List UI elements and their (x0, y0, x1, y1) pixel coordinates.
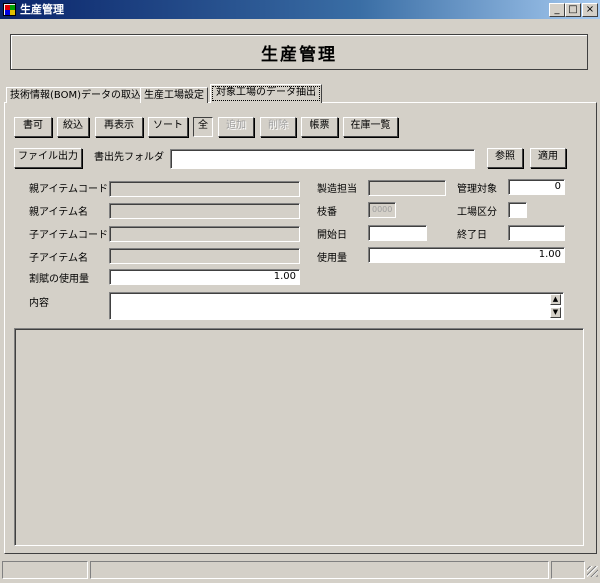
apply-button[interactable]: 適用 (530, 148, 566, 168)
minimize-button[interactable]: _ (549, 3, 565, 17)
refresh-button[interactable]: 再表示 (95, 117, 143, 137)
add-button[interactable]: 追加 (218, 117, 254, 137)
write-button[interactable]: 書可 (14, 117, 52, 137)
start-date-label: 開始日 (317, 230, 347, 241)
status-cell-1 (2, 561, 88, 579)
data-grid[interactable] (14, 328, 584, 546)
tab-factory-settings[interactable]: 生産工場設定 (140, 87, 208, 103)
parent-item-code-field[interactable] (109, 181, 300, 197)
child-item-code-field[interactable] (109, 226, 300, 242)
page-title: 生産管理 (261, 44, 337, 65)
output-folder-label: 書出先フォルダ (94, 152, 164, 163)
app-icon (3, 3, 16, 16)
all-toggle-button[interactable]: 全 (193, 117, 213, 137)
window-title: 生産管理 (20, 3, 64, 16)
file-output-button[interactable]: ファイル出力 (14, 148, 82, 168)
parent-item-name-label: 親アイテム名 (29, 207, 88, 218)
tab-bom-import[interactable]: 技術情報(BOM)データの取込 (6, 87, 145, 103)
inventory-list-button[interactable]: 在庫一覧 (343, 117, 398, 137)
content-textarea[interactable] (109, 292, 564, 320)
status-cell-2 (90, 561, 549, 579)
scroll-down-icon[interactable]: ▼ (550, 307, 561, 318)
maker-field[interactable] (368, 180, 446, 196)
factory-class-input[interactable] (508, 202, 527, 218)
tab-data-extract[interactable]: 対象工場のデータ抽出 (210, 84, 322, 103)
end-date-label: 終了日 (457, 230, 487, 241)
child-item-name-field[interactable] (109, 248, 300, 264)
maker-label: 製造担当 (317, 184, 357, 195)
sort-button[interactable]: ソート (148, 117, 188, 137)
child-item-code-label: 子アイテムコード (29, 230, 108, 241)
report-button[interactable]: 帳票 (301, 117, 338, 137)
branch-number-field[interactable]: 0000 (368, 202, 396, 218)
browse-button[interactable]: 参照 (487, 148, 523, 168)
maximize-button[interactable]: □ (565, 3, 581, 17)
title-bar (0, 0, 600, 19)
close-button[interactable]: × (582, 3, 598, 17)
header-panel: 生産管理 (10, 34, 588, 70)
allocated-usage-label: 割賦の使用量 (29, 274, 89, 285)
parent-item-name-field[interactable] (109, 203, 300, 219)
status-cell-3 (551, 561, 585, 579)
child-item-name-label: 子アイテム名 (29, 253, 88, 264)
delete-button[interactable]: 削除 (260, 117, 296, 137)
output-folder-input[interactable] (170, 149, 475, 169)
usage-input[interactable]: 1.00 (368, 247, 565, 263)
allocated-usage-input[interactable]: 1.00 (109, 269, 300, 285)
factory-class-label: 工場区分 (457, 207, 497, 218)
start-date-input[interactable] (368, 225, 427, 241)
branch-number-label: 枝番 (317, 207, 337, 218)
scroll-up-icon[interactable]: ▲ (550, 294, 561, 305)
parent-item-code-label: 親アイテムコード (29, 184, 108, 195)
content-label: 内容 (29, 298, 49, 309)
filter-button[interactable]: 絞込 (57, 117, 89, 137)
end-date-input[interactable] (508, 225, 565, 241)
managed-target-label: 管理対象 (457, 184, 497, 195)
usage-label: 使用量 (317, 253, 347, 264)
managed-target-input[interactable]: 0 (508, 179, 565, 195)
resize-grip-icon[interactable] (587, 566, 598, 577)
